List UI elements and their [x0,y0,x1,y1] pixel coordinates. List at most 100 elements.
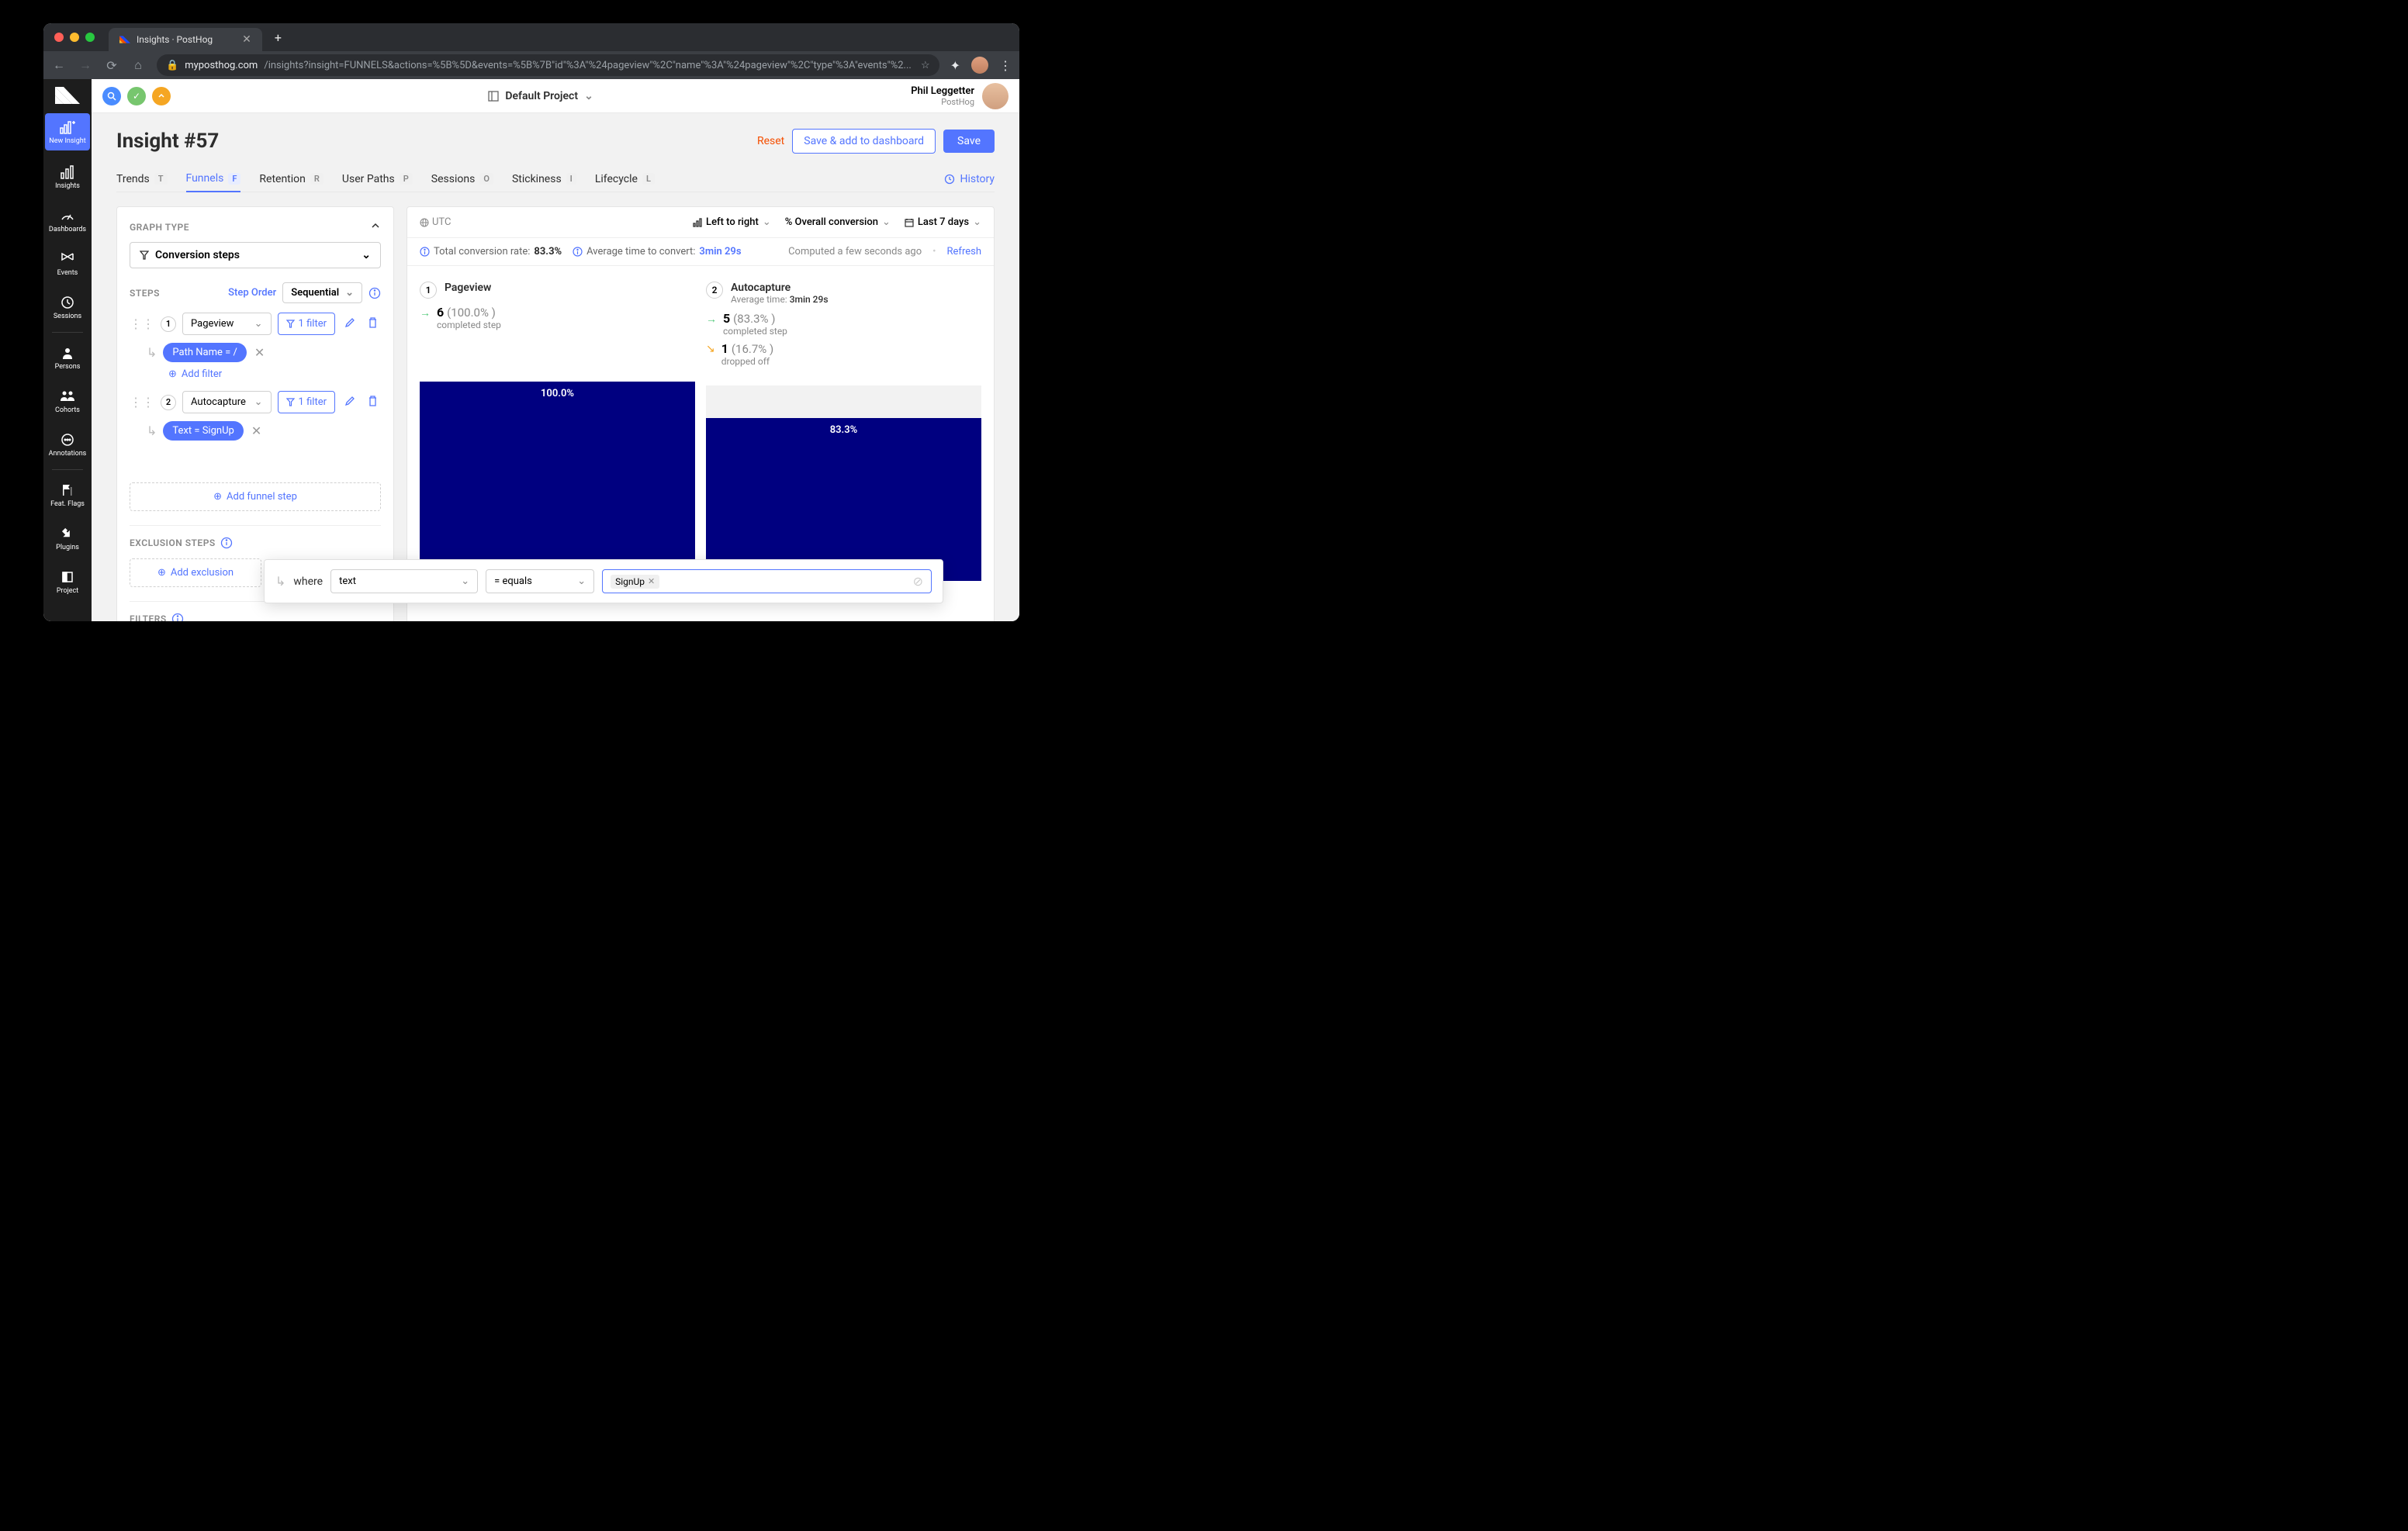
posthog-logo-icon[interactable] [55,87,80,104]
tab-sessions[interactable]: SessionsO [431,167,493,192]
filter-button[interactable]: 1 filter [278,313,335,335]
window-close-icon[interactable] [54,33,64,42]
event-dropdown[interactable]: Autocapture⌄ [182,391,272,413]
dropped-count: 1 [721,341,728,356]
user-name: Phil Leggetter [911,85,974,97]
save-button[interactable]: Save [943,130,995,153]
daterange-dropdown[interactable]: Last 7 days⌄ [905,216,981,228]
remove-filter-icon[interactable]: ✕ [250,422,263,440]
completed-label: completed step [437,320,501,330]
arrow-right-icon: → [420,306,431,320]
chevron-down-icon: ⌄ [973,216,981,228]
chart-icon [693,218,702,227]
delete-icon[interactable] [365,392,381,413]
address-bar[interactable]: 🔒 myposthog.com/insights?insight=FUNNELS… [157,54,939,76]
browser-menu-icon[interactable]: ⋮ [999,58,1012,73]
bar-1[interactable]: 100.0% [420,382,695,577]
window-maximize-icon[interactable] [85,33,95,42]
remove-filter-icon[interactable]: ✕ [253,344,266,361]
star-icon[interactable]: ☆ [921,60,930,71]
info-icon[interactable] [368,287,381,299]
browser-toolbar: ← → ⟳ ⌂ 🔒 myposthog.com/insights?insight… [43,51,1019,79]
lock-icon: 🔒 [166,60,178,71]
history-link[interactable]: History [944,173,995,185]
nav-forward-icon[interactable]: → [78,57,93,73]
edit-icon[interactable] [341,392,358,413]
tab-userpaths[interactable]: User PathsP [342,167,413,192]
status-ok-icon[interactable]: ✓ [127,87,146,105]
reset-button[interactable]: Reset [757,135,784,147]
conversion-dropdown[interactable]: % Overall conversion⌄ [785,216,891,228]
sidebar-item-sessions[interactable]: Sessions [45,285,90,329]
tab-retention[interactable]: RetentionR [259,167,323,192]
info-icon [420,247,430,257]
property-dropdown[interactable]: text⌄ [330,569,478,593]
sidebar-item-annotations[interactable]: Annotations [45,423,90,466]
sidebar-item-insights[interactable]: Insights [45,155,90,199]
delete-icon[interactable] [365,313,381,334]
graph-type-dropdown[interactable]: Conversion steps ⌄ [130,242,381,268]
profile-avatar-icon[interactable] [971,57,988,74]
add-funnel-step-label: Add funnel step [227,491,297,503]
tab-label: Trends [116,173,150,185]
tab-close-icon[interactable]: ✕ [242,33,251,46]
sidebar-item-persons[interactable]: Persons [45,336,90,379]
filter-chip[interactable]: Path Name = / [163,343,246,362]
insights-icon [60,164,75,180]
filter-chip[interactable]: Text = SignUp [163,421,243,441]
sidebar-item-project[interactable]: Project [45,560,90,603]
collapse-icon[interactable] [370,219,381,234]
drag-handle-icon[interactable]: ⋮⋮ [130,395,154,410]
sidebar-item-cohorts[interactable]: Cohorts [45,379,90,423]
sidebar-item-dashboards[interactable]: Dashboards [45,199,90,242]
nav-home-icon[interactable]: ⌂ [130,57,146,73]
user-avatar[interactable] [982,83,1009,109]
step-order-dropdown[interactable]: Sequential⌄ [282,282,362,303]
save-add-dashboard-button[interactable]: Save & add to dashboard [792,129,936,154]
insight-tabs: TrendsT FunnelsF RetentionR User PathsP … [116,166,995,192]
drag-handle-icon[interactable]: ⋮⋮ [130,316,154,331]
operator-dropdown[interactable]: = equals⌄ [486,569,594,593]
value-tag[interactable]: SignUp✕ [611,575,659,589]
info-icon[interactable] [220,537,233,549]
tag-remove-icon[interactable]: ✕ [648,576,655,586]
sidebar-item-feature-flags[interactable]: Feat. Flags [45,473,90,517]
chevron-down-icon: ⌄ [362,249,371,261]
completed-label: completed step [723,326,787,337]
clear-icon[interactable]: ⊘ [913,574,923,589]
add-exclusion-button[interactable]: ⊕Add exclusion [130,558,261,587]
edit-icon[interactable] [341,313,358,334]
graph-type-value: Conversion steps [155,249,240,261]
filter-icon [286,398,295,406]
add-filter-link[interactable]: ⊕Add filter [168,368,381,380]
direction-dropdown[interactable]: Left to right⌄ [693,216,771,228]
new-tab-icon[interactable]: + [275,30,282,45]
window-minimize-icon[interactable] [70,33,79,42]
info-icon[interactable] [171,613,184,621]
add-funnel-step-button[interactable]: ⊕Add funnel step [130,482,381,511]
tab-lifecycle[interactable]: LifecycleL [595,167,655,192]
page-title: Insight #57 [116,130,219,153]
nav-back-icon[interactable]: ← [51,57,67,73]
bar-2[interactable]: 83.3% [706,385,981,581]
sidebar-item-plugins[interactable]: Plugins [45,517,90,560]
tab-stickiness[interactable]: StickinessI [512,167,576,192]
sidebar-label: Cohorts [55,406,80,414]
browser-tab[interactable]: Insights · PostHog ✕ [109,28,262,51]
filter-button[interactable]: 1 filter [278,391,335,413]
search-icon[interactable] [102,87,121,105]
tab-trends[interactable]: TrendsT [116,167,168,192]
event-dropdown[interactable]: Pageview⌄ [182,313,272,335]
sidebar-new-insight[interactable]: New Insight [45,113,90,150]
extensions-icon[interactable]: ✦ [950,58,960,73]
nav-reload-icon[interactable]: ⟳ [104,58,119,73]
direction-label: Left to right [706,216,759,228]
tab-funnels[interactable]: FunnelsF [186,166,241,192]
value-input[interactable]: SignUp✕ ⊘ [602,569,932,593]
project-selector[interactable]: Default Project ⌄ [488,90,593,102]
status-warning-icon[interactable] [152,87,171,105]
filter-count: 1 filter [299,318,327,330]
sidebar-item-events[interactable]: Events [45,242,90,285]
refresh-link[interactable]: Refresh [947,246,981,257]
tab-label: Lifecycle [595,173,638,185]
